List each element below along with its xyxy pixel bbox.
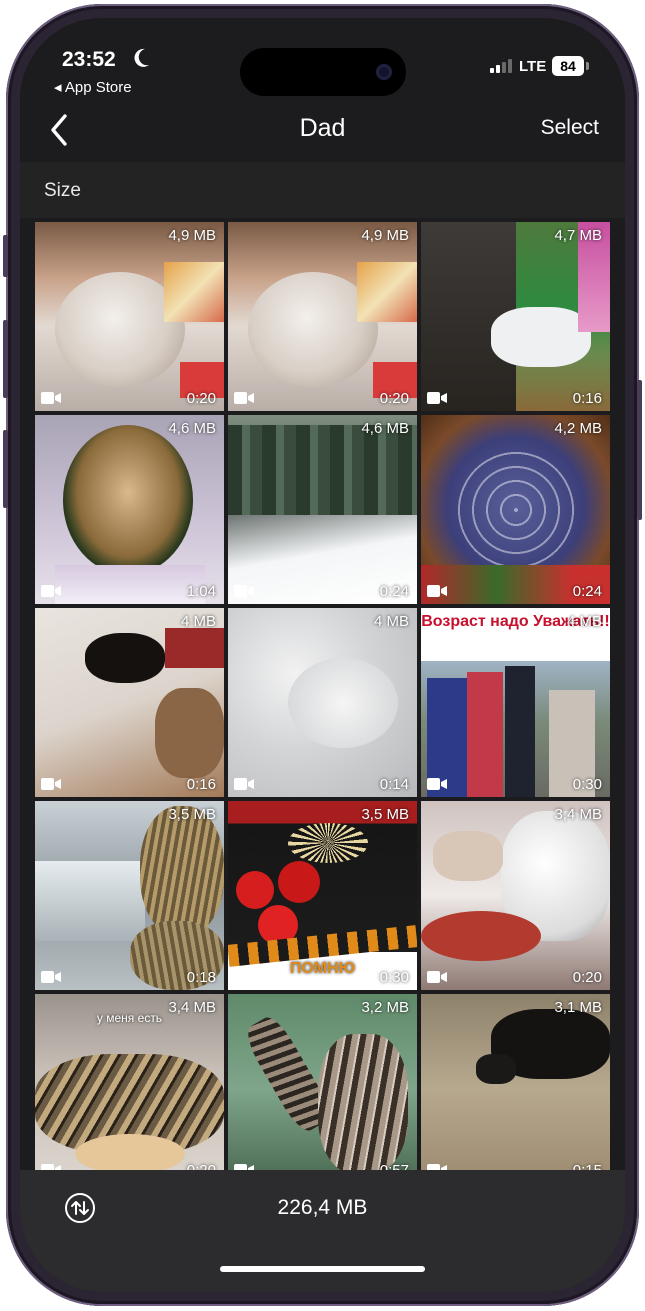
video-duration: 0:20: [186, 390, 216, 407]
power-button: [637, 380, 642, 520]
page-title: Dad: [299, 114, 346, 142]
video-duration: 0:18: [186, 969, 216, 986]
video-camera-icon: [41, 778, 61, 790]
video-duration: 0:24: [572, 583, 602, 600]
video-thumbnail[interactable]: 4,9 MB 0:20: [35, 222, 224, 411]
video-duration: 0:15: [573, 1162, 602, 1170]
file-size: 3,5 MB: [168, 806, 216, 823]
navigation-bar: Dad Select: [20, 98, 625, 162]
file-size: 3,2 MB: [361, 999, 409, 1016]
file-size: 3,4 MB: [554, 806, 602, 823]
video-camera-icon: [427, 392, 447, 404]
home-indicator: [220, 1266, 425, 1272]
file-size: 4 MB: [373, 613, 409, 630]
video-thumbnail[interactable]: 3,1 MB 0:15: [421, 994, 610, 1170]
video-thumbnail[interactable]: 4,7 MB 0:16: [421, 222, 610, 411]
moon-icon: [134, 48, 149, 67]
video-thumbnail[interactable]: 3,4 MB 0:20: [421, 801, 610, 990]
video-duration: 1:04: [186, 583, 216, 600]
front-camera: [376, 64, 392, 80]
status-time: 23:52: [62, 48, 116, 71]
file-size: 4,9 MB: [361, 227, 409, 244]
video-duration: 0:30: [379, 969, 409, 986]
video-thumbnail[interactable]: ПОМНЮ 3,5 MB 0:30: [228, 801, 417, 990]
video-duration: 0:16: [572, 390, 602, 407]
video-duration: 0:20: [379, 390, 409, 407]
sort-label: Size: [44, 180, 81, 201]
video-duration: 0:16: [186, 776, 216, 793]
video-thumbnail[interactable]: у меня есть 3,4 MB 0:20: [35, 994, 224, 1170]
video-camera-icon: [234, 392, 254, 404]
file-size: 4,6 MB: [361, 420, 409, 437]
video-thumbnail[interactable]: 4,6 MB 1:04: [35, 415, 224, 604]
video-thumbnail[interactable]: 3,5 MB 0:18: [35, 801, 224, 990]
video-thumbnail[interactable]: 4,2 MB 0:24: [421, 415, 610, 604]
file-size: 4 MB: [566, 613, 602, 630]
video-camera-icon: [234, 971, 254, 983]
media-grid: 4,9 MB 0:20 4,9 MB 0:20 4,7 MB 0:16 4,6 …: [35, 222, 610, 1170]
video-camera-icon: [427, 971, 447, 983]
file-size: 4,7 MB: [554, 227, 602, 244]
file-size: 4 MB: [180, 613, 216, 630]
dynamic-island: [240, 48, 406, 96]
file-size: 4,6 MB: [168, 420, 216, 437]
battery-tip: [586, 62, 589, 70]
volume-down-button: [3, 430, 8, 508]
select-button[interactable]: Select: [541, 116, 599, 140]
video-duration: 0:20: [572, 969, 602, 986]
file-size: 3,1 MB: [554, 999, 602, 1016]
video-duration: 0:57: [380, 1162, 409, 1170]
video-camera-icon: [41, 971, 61, 983]
video-thumbnail[interactable]: 4 MB 0:14: [228, 608, 417, 797]
video-camera-icon: [41, 392, 61, 404]
total-size: 226,4 MB: [277, 1196, 368, 1219]
video-camera-icon: [427, 778, 447, 790]
video-camera-icon: [427, 585, 447, 597]
section-header: Size: [20, 162, 625, 218]
video-duration: 0:14: [379, 776, 409, 793]
status-bar: 23:52 ◂ App Store LTE 84: [20, 18, 625, 98]
file-size: 3,4 MB: [168, 999, 216, 1016]
video-thumbnail[interactable]: Возраст надо Уважать!! 4 MB 0:30: [421, 608, 610, 797]
video-duration: 0:30: [572, 776, 602, 793]
video-duration: 0:20: [187, 1162, 216, 1170]
video-camera-icon: [41, 585, 61, 597]
video-thumbnail[interactable]: 4,9 MB 0:20: [228, 222, 417, 411]
phone-screen: 23:52 ◂ App Store LTE 84 Dad Select Size: [20, 18, 625, 1292]
signal-icon: [490, 59, 512, 73]
video-thumbnail[interactable]: 3,2 MB 0:57: [228, 994, 417, 1170]
action-button: [3, 235, 8, 277]
back-to-app-link[interactable]: ◂ App Store: [54, 78, 132, 96]
video-camera-icon: [234, 585, 254, 597]
file-size: 4,2 MB: [554, 420, 602, 437]
video-camera-icon: [234, 778, 254, 790]
file-size: 3,5 MB: [361, 806, 409, 823]
network-type: LTE: [519, 58, 547, 75]
video-thumbnail[interactable]: 4,6 MB 0:24: [228, 415, 417, 604]
volume-up-button: [3, 320, 8, 398]
battery-icon: 84: [552, 56, 584, 76]
bottom-toolbar: 226,4 MB: [20, 1170, 625, 1292]
video-duration: 0:24: [379, 583, 409, 600]
file-size: 4,9 MB: [168, 227, 216, 244]
video-thumbnail[interactable]: 4 MB 0:16: [35, 608, 224, 797]
